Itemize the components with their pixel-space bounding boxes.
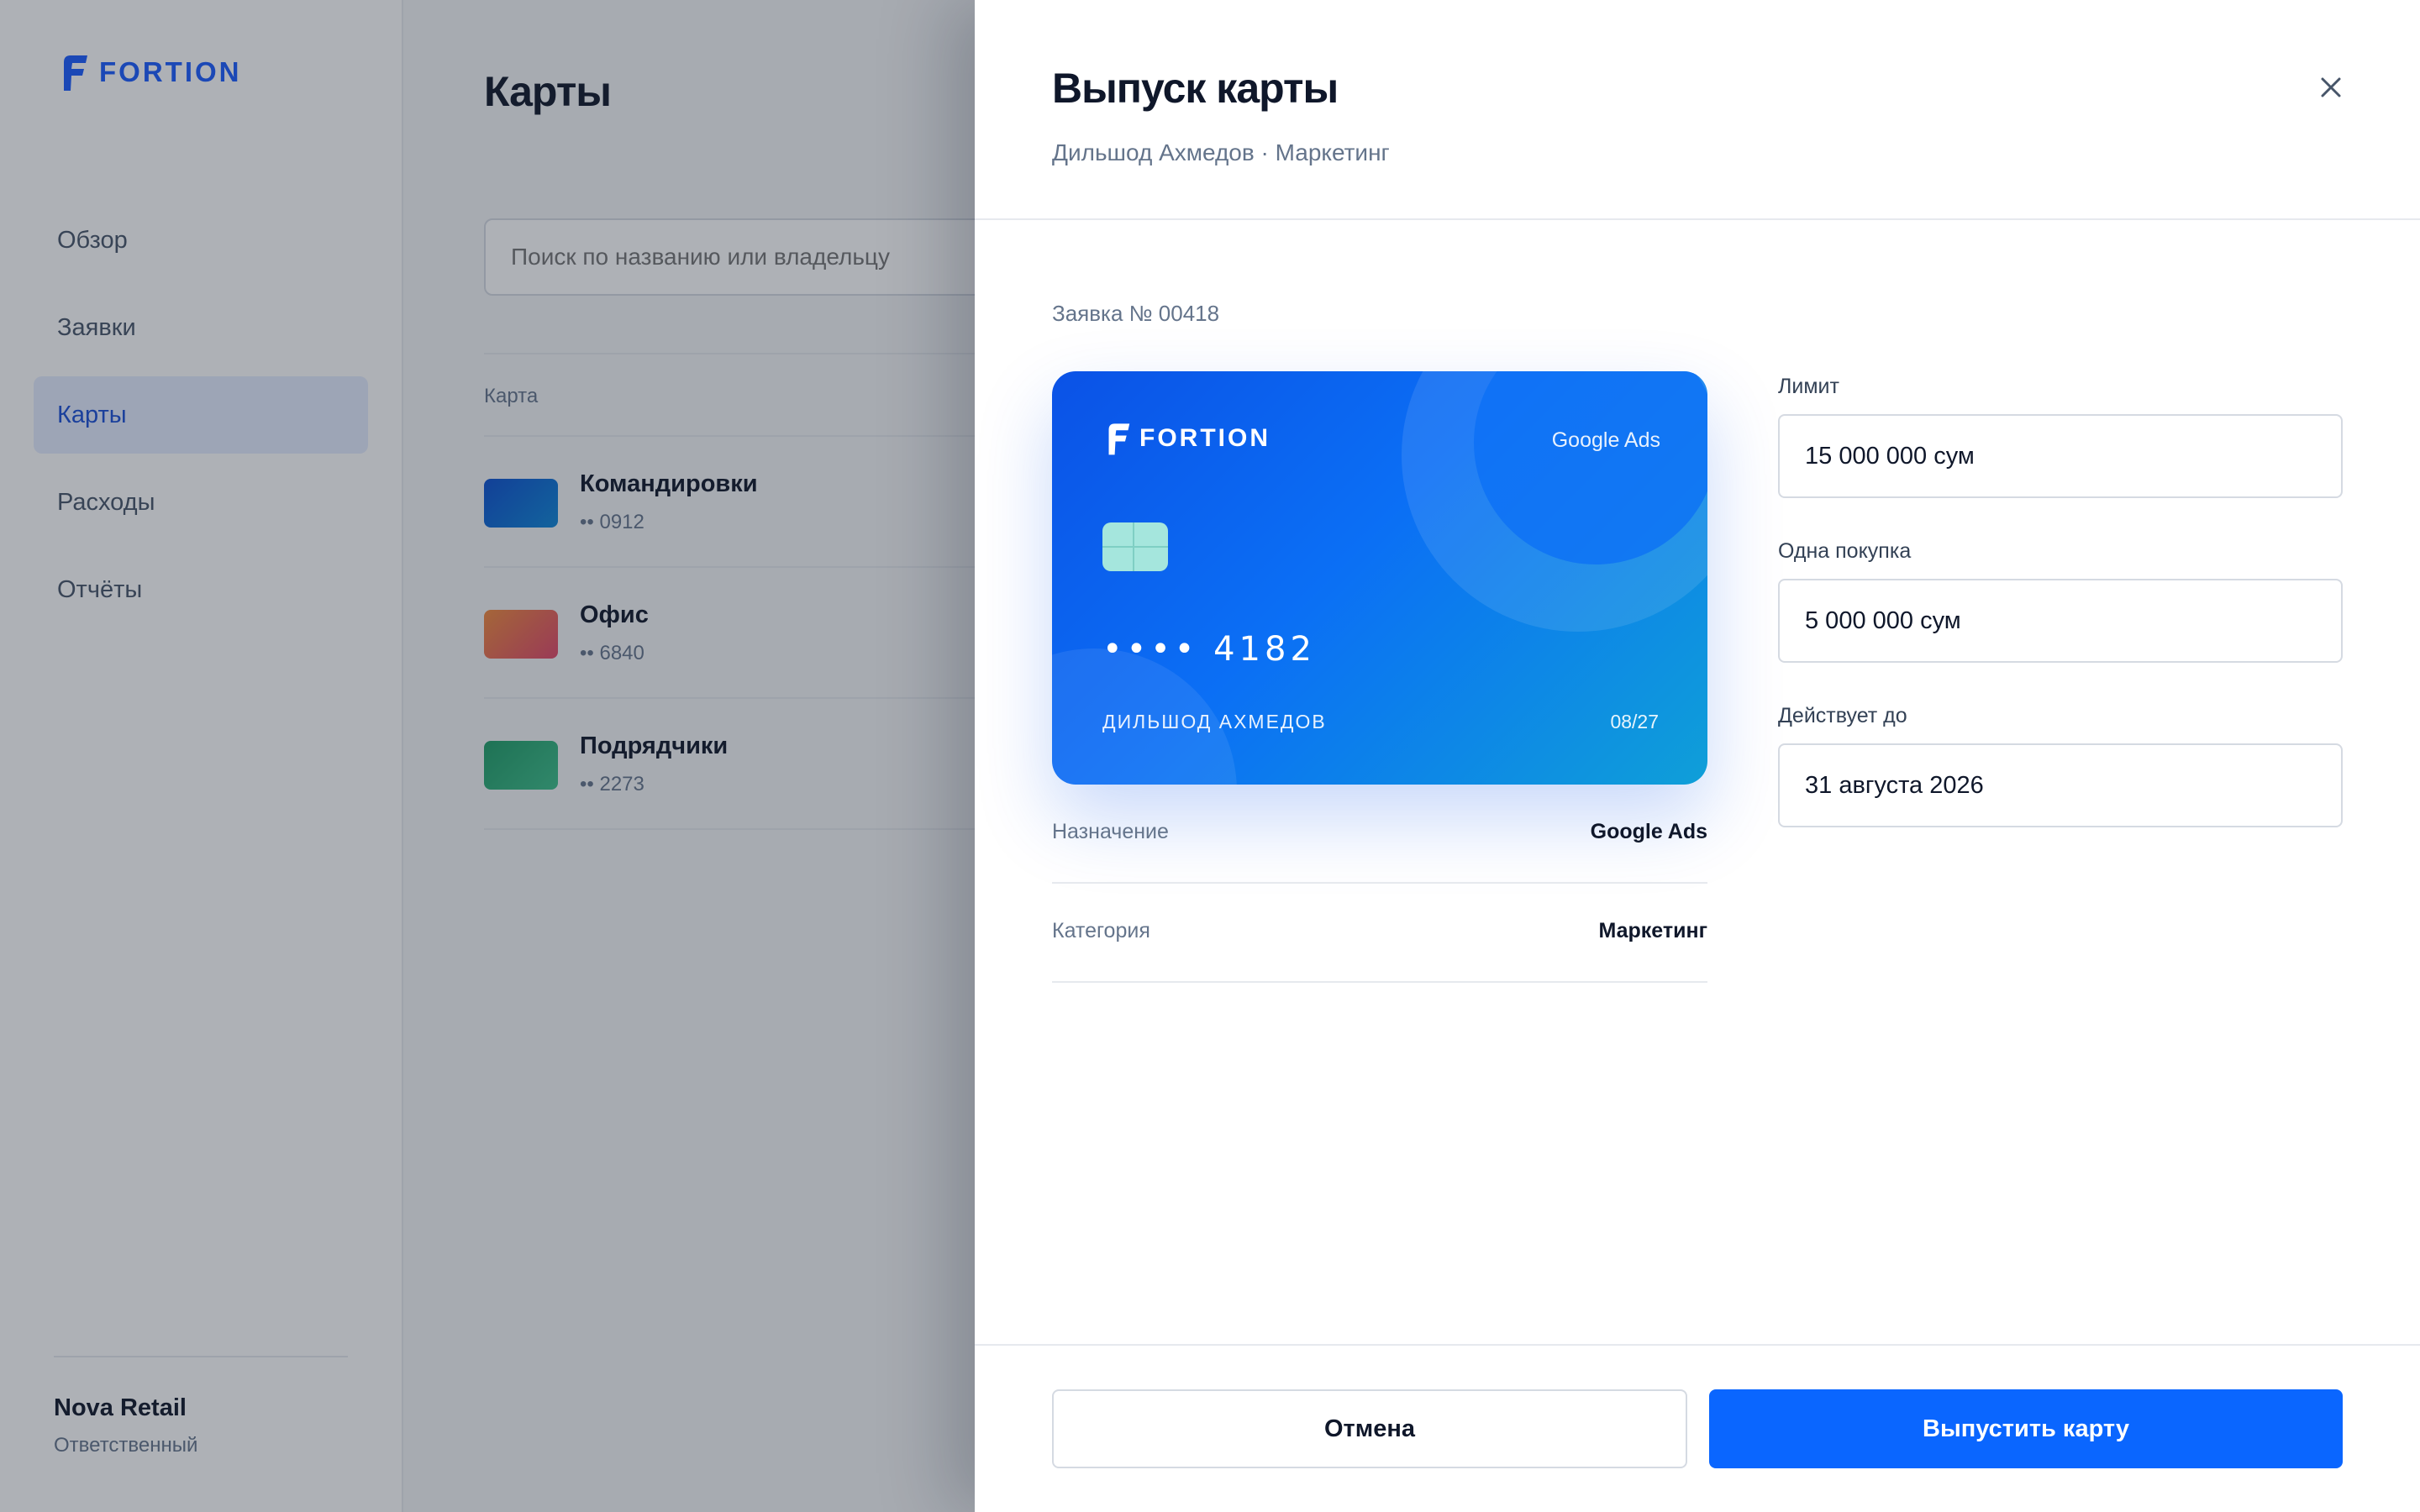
fortion-logo-icon — [1108, 423, 1130, 455]
drawer-footer: Отмена Выпустить карту — [975, 1344, 2420, 1512]
card-purpose: Google Ads — [1551, 428, 1660, 452]
valid-until-field-group: Действует до — [1778, 704, 2343, 827]
drawer-title: Выпуск карты — [1052, 65, 1339, 112]
detail-key: Назначение — [1052, 820, 1169, 843]
detail-row-purpose: Назначение Google Ads — [1052, 785, 1707, 884]
drawer-header: Выпуск карты Дильшод Ахмедов · Маркетинг — [975, 0, 2420, 220]
limit-input[interactable] — [1778, 414, 2343, 498]
card-number: •••• 4182 — [1102, 630, 1316, 669]
request-number: Заявка № 00418 — [1052, 301, 1220, 326]
limit-field-group: Лимит — [1778, 375, 2343, 498]
limit-label: Лимит — [1778, 375, 1839, 398]
drawer-subtitle: Дильшод Ахмедов · Маркетинг — [1052, 139, 1390, 165]
cancel-button[interactable]: Отмена — [1052, 1389, 1687, 1468]
detail-row-category: Категория Маркетинг — [1052, 884, 1707, 983]
close-button[interactable] — [2312, 69, 2349, 106]
card-holder: ДИЛЬШОД АХМЕДОВ — [1102, 711, 1327, 732]
card-expiry: 08/27 — [1610, 711, 1659, 732]
single-purchase-field-group: Одна покупка — [1778, 539, 2343, 663]
card-brand-logo: FORTION — [1106, 422, 1270, 455]
detail-value: Маркетинг — [1598, 919, 1707, 942]
card-brand-name: FORTION — [1139, 424, 1270, 452]
close-icon — [2321, 77, 2341, 97]
valid-until-label: Действует до — [1778, 704, 1907, 727]
card-chip-icon — [1102, 522, 1168, 571]
issue-card-button[interactable]: Выпустить карту — [1709, 1389, 2343, 1468]
card-preview: FORTION Google Ads •••• 4182 ДИЛЬШОД АХМ… — [1052, 371, 1707, 785]
valid-until-input[interactable] — [1778, 743, 2343, 827]
detail-value: Google Ads — [1590, 820, 1707, 843]
issue-card-drawer: Выпуск карты Дильшод Ахмедов · Маркетинг… — [975, 0, 2420, 1512]
detail-key: Категория — [1052, 919, 1150, 942]
single-purchase-input[interactable] — [1778, 579, 2343, 663]
single-purchase-label: Одна покупка — [1778, 539, 1912, 563]
